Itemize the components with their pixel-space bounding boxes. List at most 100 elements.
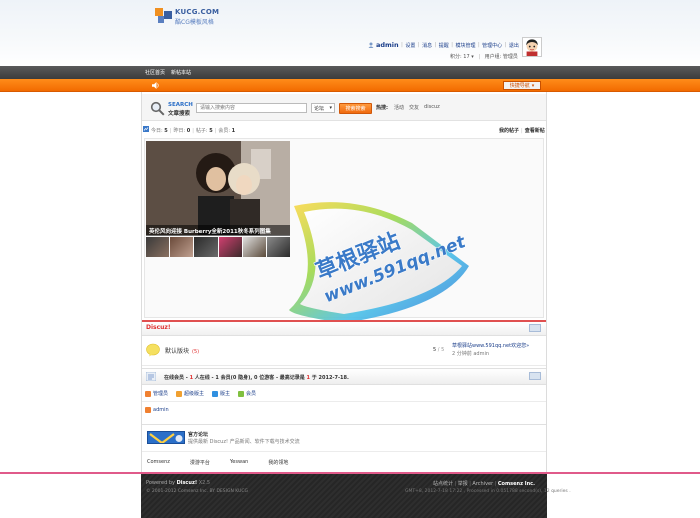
stat-yesterday-value: 0 [186,128,191,134]
search-scope-select[interactable]: 论坛 ▾ [311,103,335,113]
copyright: © 2001-2012 Comsenz Inc. BY DESIGN KUCG [146,489,248,494]
user-bar: admin | 设置 | 消息 | 提醒 | 模块管理 | 管理中心 | 退出 [368,40,519,50]
search-icon [150,101,165,116]
online-record-date: 2012-7-18 [318,375,348,381]
powered-label: Powered by [146,480,175,486]
notifications-link[interactable]: 提醒 [439,42,449,49]
stat-posts-value: 5 [209,128,213,134]
nav-bar [0,66,700,79]
online-text: 会员(0 隐身), [218,375,255,381]
company-link[interactable]: Comsenz Inc. [498,481,535,487]
discuz-logo[interactable] [147,431,185,444]
user-icon [368,42,374,48]
search-button[interactable]: 搜索搜索 [339,103,372,114]
legend-item: 版主 [212,390,230,397]
forum-name-link[interactable]: 默认版块 [165,348,189,355]
footer-links: 站点统计 | 举报 | Archiver | Comsenz Inc. [433,480,535,487]
category-title[interactable]: Discuz! [146,324,171,331]
forum-last-post[interactable]: 草根驿站www.591qq.net欢迎您» [452,342,529,349]
hot-search-item[interactable]: 交友 [409,104,419,111]
online-username[interactable]: admin [153,407,169,413]
report-link[interactable]: 举报 [458,481,468,487]
discuz-link[interactable]: Discuz! [177,480,198,486]
chevron-down-icon: ▾ [329,105,332,111]
logo-subtitle: 酷CG模板风格 [175,19,214,26]
admin-center-link[interactable]: 管理中心 [482,42,502,49]
announcement-bar [0,79,700,92]
footer-time-info: GMT+8, 2012-7-18 17:22 , Processed in 0.… [405,489,571,494]
stat-label: 今日: [151,128,163,134]
messages-link[interactable]: 消息 [422,42,432,49]
logo-icon[interactable] [155,8,173,24]
nav-item-new[interactable]: 新帖本站 [171,69,191,76]
legend-item: 会员 [238,390,256,397]
text-link[interactable]: Comsenz [147,459,170,466]
user-info-line: 积分: 17 ▾ | 用户组: 管理员 [450,53,518,60]
online-text: 位游客 - 最高记录是 [257,375,307,381]
separator: | [454,481,457,487]
admin-group-icon [145,390,151,397]
separator: | [477,42,480,48]
watermark-overlay: 草根驿站 www.591qq.net [289,202,470,323]
search-subtitle: 文章搜索 [168,111,191,117]
avatar[interactable] [522,37,542,57]
settings-link[interactable]: 设置 [405,42,415,49]
online-text: 在线会员 - [164,375,190,381]
logo-text[interactable]: KUCG.COM [175,8,219,16]
legend-item: 超级版主 [176,390,204,397]
search-input[interactable] [196,103,307,113]
hot-search-item[interactable]: 活动 [394,104,404,111]
mod-group-icon [212,390,219,397]
discuz-logo-art [148,432,184,443]
member-group-icon [238,390,245,397]
separator: | [192,128,194,134]
text-link[interactable]: Yeswan [230,459,248,466]
header-background [0,0,700,66]
separator: | [417,42,420,48]
new-posts-link[interactable]: 查看新帖 [525,128,545,134]
credits-link[interactable]: 积分: 17 [450,54,470,60]
powered-by: Powered by Discuz! X2.5 [146,480,210,486]
separator: | [494,481,497,487]
hot-search-label: 热搜: [376,105,388,111]
user-group-link[interactable]: 用户组: 管理员 [485,54,518,60]
quick-nav-button[interactable]: 快捷导航 ▾ [503,81,541,90]
online-user[interactable]: admin [145,407,169,413]
my-posts-link[interactable]: 我的帖子 [499,128,519,134]
text-links: Comsenz 漫游平台 Yeswan 我的领地 [147,459,308,466]
nav-item-home[interactable]: 社区首页 [145,69,165,76]
collapse-icon[interactable] [529,324,541,332]
module-manage-link[interactable]: 模块管理 [455,42,475,49]
official-forum-link[interactable]: 官方论坛 [188,431,208,438]
forum-new-count: (5) [192,349,200,355]
separator: | [521,128,523,134]
archiver-link[interactable]: Archiver [472,481,493,487]
legend-label: 版主 [220,391,231,397]
forum-stats: 今日: 5 | 昨日: 0 | 帖子: 5 | 会员: 1 [151,127,235,134]
text-link[interactable]: 我的领地 [268,459,288,466]
forum-name: 默认版块 (5) [165,346,199,355]
text-link[interactable]: 漫游平台 [190,459,210,466]
search-title: SEARCH [168,102,193,108]
online-text: 人在线 - [193,375,216,381]
online-toggle-icon[interactable] [529,372,541,380]
super-mod-group-icon [176,390,183,397]
username-link[interactable]: admin [376,41,399,49]
chart-icon [143,126,149,132]
online-summary: 在线会员 - 1 人在线 - 1 会员(0 隐身), 0 位游客 - 最高记录是… [164,374,349,381]
nav-menu: 社区首页 新帖本站 [145,69,191,76]
separator: | [469,481,471,487]
stat-members-value: 1 [231,128,236,134]
legend-item: 管理员 [145,390,168,397]
chevron-down-icon: ▾ [469,54,474,60]
forum-icon[interactable] [146,343,160,357]
forum-total: 5 [441,347,445,353]
hot-search-list: 活动 交友 discuz [394,104,440,111]
logout-link[interactable]: 退出 [509,42,519,49]
stats-link[interactable]: 站点统计 [433,481,453,487]
separator: | [478,54,481,60]
stat-label: 会员: [218,128,231,134]
separator: | [214,128,217,134]
hot-search-item[interactable]: discuz [424,104,440,111]
forum-thread-count: 5 / 5 [433,347,444,353]
